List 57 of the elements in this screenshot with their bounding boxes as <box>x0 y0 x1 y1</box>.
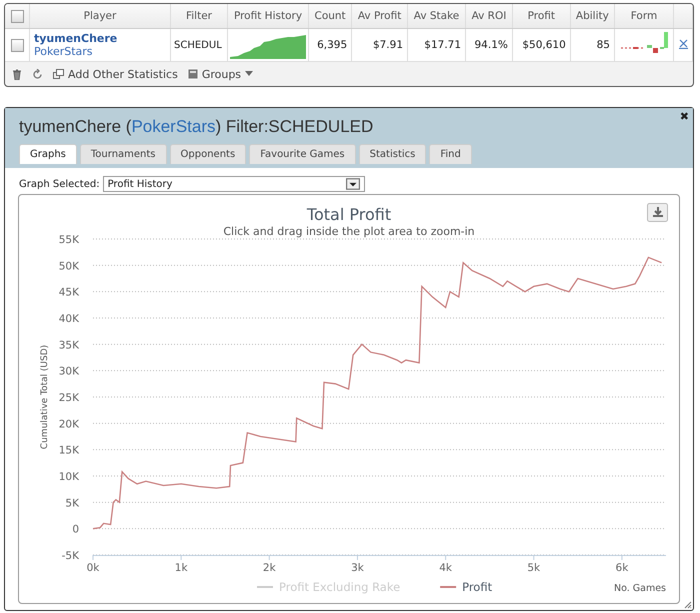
refresh-icon[interactable] <box>32 68 43 80</box>
tab[interactable]: Favourite Games <box>249 144 356 164</box>
graph-select-label: Graph Selected: <box>19 178 100 190</box>
y-tick-label: -5K <box>62 550 79 562</box>
table-cell: $7.91 <box>372 39 403 51</box>
checkbox[interactable] <box>10 38 24 52</box>
x-tick-label: 5k <box>527 562 540 574</box>
table-cell: 85 <box>596 39 610 51</box>
y-tick-label: 10K <box>58 471 79 483</box>
y-tick-label: 0 <box>72 524 79 536</box>
y-tick-label: 55K <box>58 234 79 246</box>
y-tick-label: 40K <box>58 313 79 325</box>
tab[interactable]: Find <box>429 144 472 164</box>
table-cell: $17.71 <box>424 39 462 51</box>
window-title: tyumenChere (PokerStars) Filter:SCHEDULED <box>19 116 374 138</box>
x-tick-label: 3k <box>351 562 364 574</box>
trash-icon[interactable] <box>12 68 22 80</box>
player-link[interactable]: tyumenChere <box>34 32 166 45</box>
x-tick-label: 1k <box>174 562 188 574</box>
resize-grip-icon[interactable] <box>684 601 692 609</box>
x-tick-label: 6k <box>616 562 628 574</box>
caret-icon <box>245 71 254 77</box>
legend-item[interactable]: Profit <box>440 580 492 594</box>
y-tick-label: 35K <box>58 339 79 352</box>
graph-dropdown[interactable]: Profit History <box>102 176 365 192</box>
site-link[interactable]: PokerStars <box>34 45 166 58</box>
y-tick-label: 15K <box>58 444 79 457</box>
groups-button[interactable]: Groups <box>188 68 254 80</box>
table-cell: 6,395 <box>317 39 348 51</box>
tab[interactable]: Statistics <box>358 144 426 164</box>
table-cell: $50,610 <box>522 39 566 51</box>
column-header[interactable]: Player <box>84 10 116 22</box>
chart-title: Total Profit <box>306 205 392 224</box>
x-axis-title: No. Games <box>614 583 666 594</box>
add-statistics-button[interactable]: Add Other Statistics <box>53 68 178 80</box>
y-tick-label: 20K <box>58 418 79 430</box>
remove-icon[interactable] <box>678 38 688 48</box>
legend-label: Profit <box>462 580 493 594</box>
y-tick-label: 50K <box>58 260 79 272</box>
tab[interactable]: Opponents <box>170 144 246 164</box>
table-cell: 94.1% <box>474 39 508 51</box>
tab[interactable]: Graphs <box>19 144 77 164</box>
windows-icon <box>53 69 64 79</box>
checkbox[interactable] <box>10 10 24 22</box>
close-icon[interactable]: ✖ <box>680 110 689 123</box>
x-tick-label: 0k <box>86 562 100 574</box>
download-icon[interactable] <box>647 203 668 222</box>
y-tick-label: 25K <box>58 392 79 404</box>
y-tick-label: 5K <box>65 497 79 510</box>
table-cell: SCHEDUL <box>174 40 222 50</box>
tab[interactable]: Tournaments <box>80 144 167 164</box>
x-tick-label: 2k <box>262 562 276 574</box>
chart-subtitle: Click and drag inside the plot area to zoom-in <box>223 225 475 238</box>
y-axis-title: Cumulative Total (USD) <box>40 344 50 450</box>
y-tick-label: 30K <box>58 366 79 378</box>
y-tick-label: 45K <box>58 286 79 299</box>
x-tick-label: 4k <box>439 562 452 574</box>
